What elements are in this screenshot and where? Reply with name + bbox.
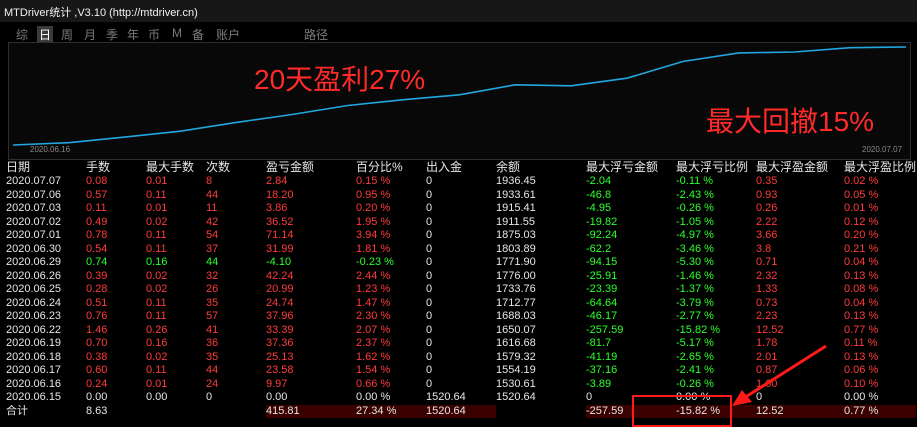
arrow-annotation (732, 344, 827, 406)
